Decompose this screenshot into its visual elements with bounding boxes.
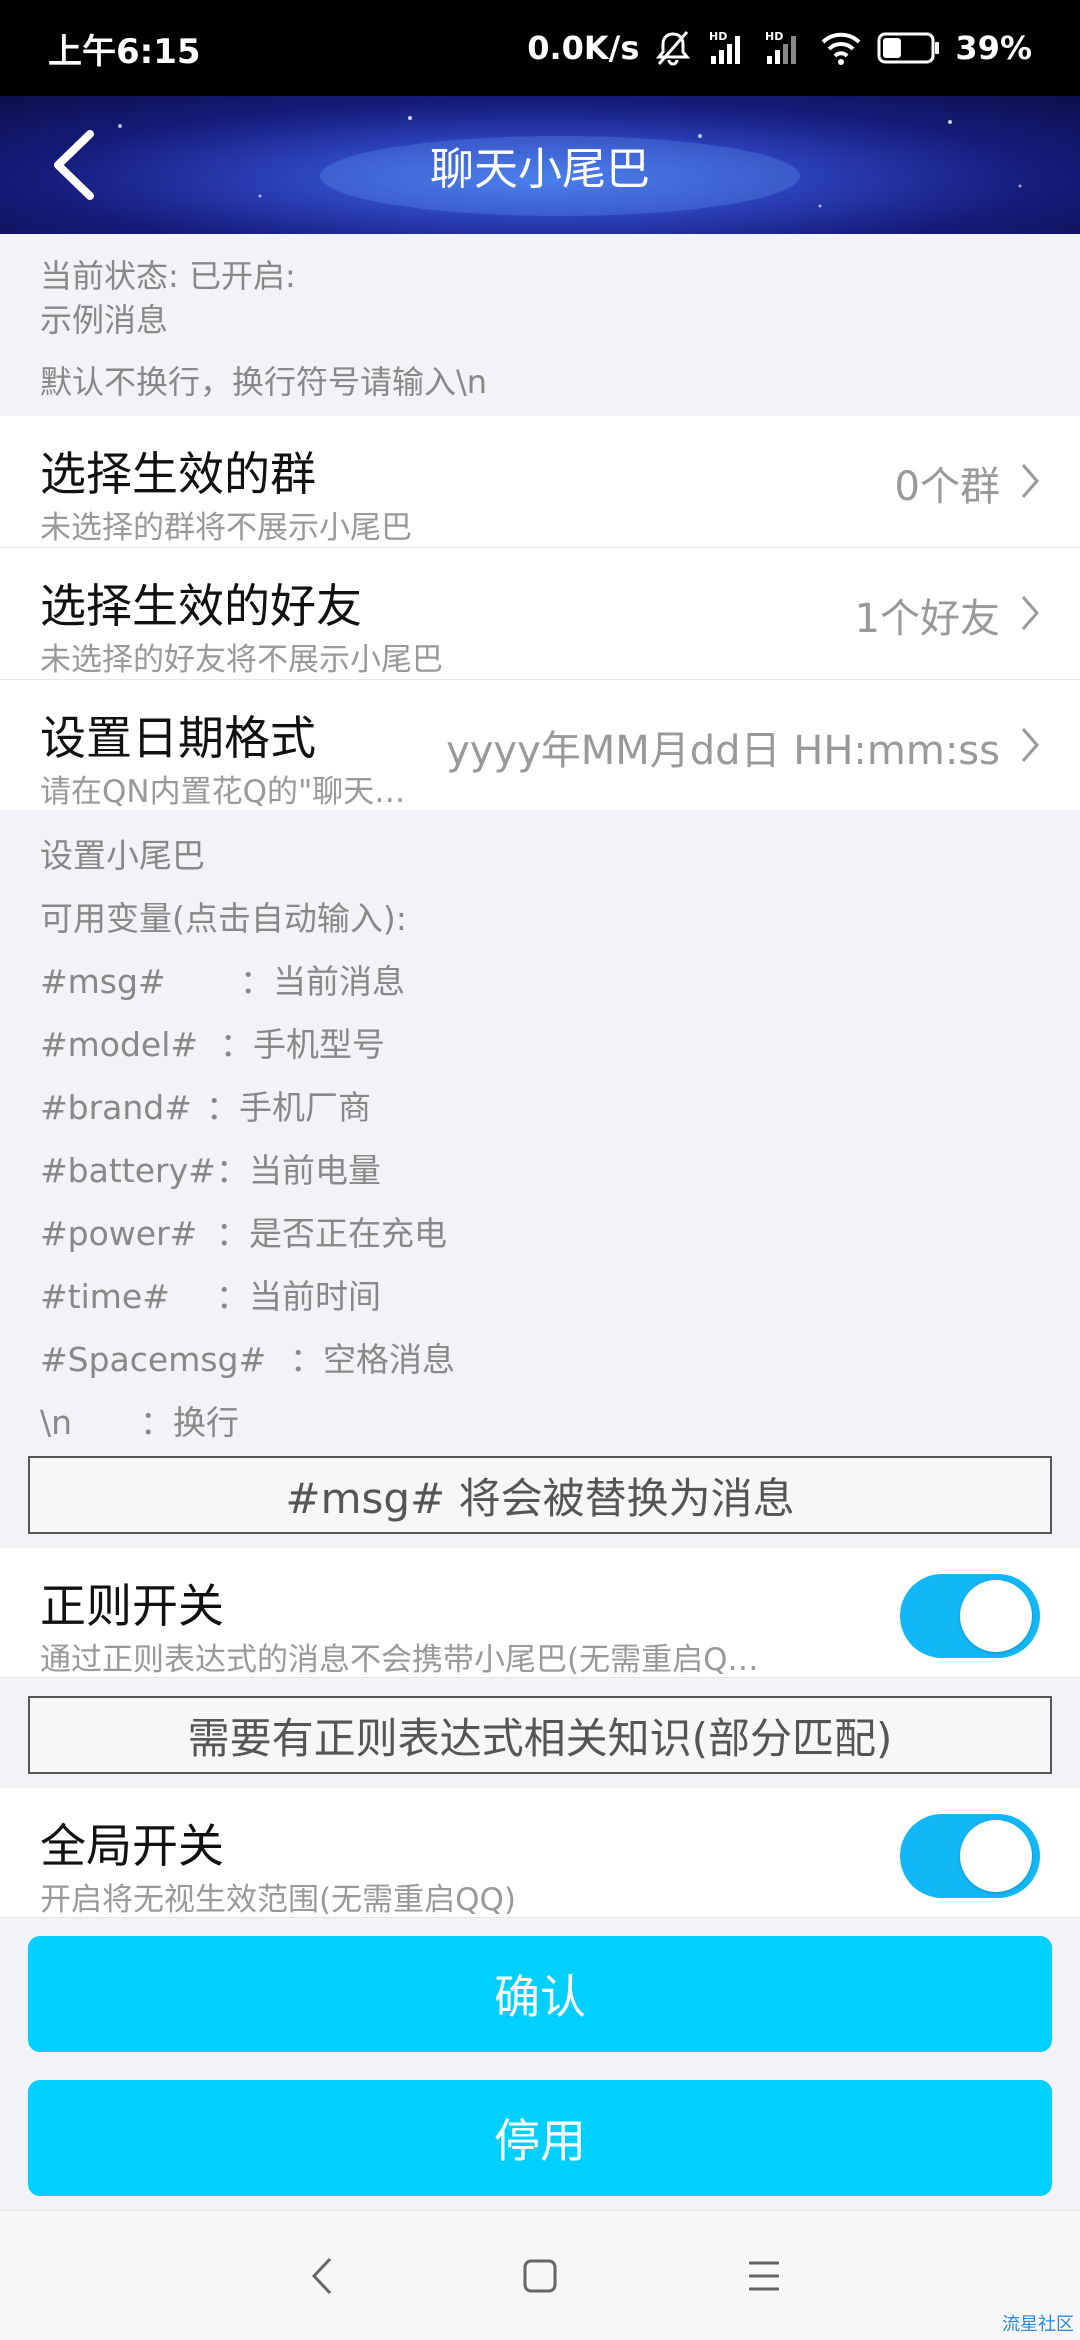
disable-button[interactable]: 停用 [28, 2080, 1052, 2196]
example-message: 示例消息 [40, 301, 169, 339]
variable-key: #battery# [40, 1151, 216, 1190]
screen: 上午6:15 0.0K/s HD HD 39% 聊天小尾巴 当前状态: 已开启:… [0, 0, 1080, 2340]
nav-back-icon[interactable] [306, 2251, 336, 2301]
select-groups-subtitle: 未选择的群将不展示小尾巴 [40, 510, 412, 546]
regex-input[interactable]: 需要有正则表达式相关知识(部分匹配) [28, 1696, 1052, 1774]
variable-desc: ：手机型号 [220, 1025, 385, 1064]
select-groups-title: 选择生效的群 [40, 447, 316, 501]
chevron-right-icon [1021, 728, 1039, 762]
status-icons: 0.0K/s HD HD 39% [527, 28, 1032, 68]
battery-percent: 39% [955, 29, 1032, 67]
variable-item[interactable]: #brand# ：手机厂商 [40, 1076, 1040, 1139]
header: 聊天小尾巴 [0, 96, 1080, 234]
variable-key: \n [40, 1403, 73, 1442]
variable-key: #time# [40, 1277, 170, 1316]
wifi-icon [822, 32, 861, 65]
select-friends-row[interactable]: 选择生效的好友 未选择的好友将不展示小尾巴 1个好友 [0, 548, 1080, 680]
newline-hint: 默认不换行，换行符号请输入\n [40, 363, 488, 401]
regex-toggle[interactable] [900, 1574, 1040, 1658]
date-format-row[interactable]: 设置日期格式 请在QN内置花Q的"聊天… yyyy年MM月dd日 HH:mm:s… [0, 680, 1080, 812]
status-bar: 上午6:15 0.0K/s HD HD 39% [0, 0, 1080, 96]
tail-text-input[interactable]: #msg# 将会被替换为消息 [28, 1456, 1052, 1534]
select-groups-row[interactable]: 选择生效的群 未选择的群将不展示小尾巴 0个群 [0, 416, 1080, 548]
variable-desc: ：手机厂商 [206, 1088, 371, 1127]
select-groups-value: 0个群 [894, 464, 1000, 510]
nav-menu-icon[interactable] [746, 2251, 782, 2301]
nav-home-icon[interactable] [522, 2251, 558, 2301]
chevron-right-icon [1021, 596, 1039, 630]
variable-desc: ：当前电量 [216, 1151, 381, 1190]
variables-section: 设置小尾巴 可用变量(点击自动输入): #msg# ：当前消息 #model# … [0, 810, 1080, 1442]
variable-desc: ：换行 [140, 1403, 239, 1442]
regex-switch-row: 正则开关 通过正则表达式的消息不会携带小尾巴(无需重启Q… [0, 1548, 1080, 1678]
signal-hd-icon: HD [709, 30, 741, 64]
toggle-knob [960, 1820, 1032, 1892]
select-friends-subtitle: 未选择的好友将不展示小尾巴 [40, 642, 443, 678]
variable-key: #Spacemsg# [40, 1340, 267, 1379]
global-toggle[interactable] [900, 1814, 1040, 1898]
global-switch-title: 全局开关 [40, 1819, 224, 1873]
global-switch-subtitle: 开启将无视生效范围(无需重启QQ) [40, 1882, 516, 1918]
variable-key: #power# [40, 1214, 198, 1253]
regex-switch-title: 正则开关 [40, 1579, 224, 1633]
svg-text:HD: HD [709, 30, 727, 43]
network-speed: 0.0K/s [527, 29, 640, 67]
battery-icon [877, 32, 940, 64]
regex-switch-subtitle: 通过正则表达式的消息不会携带小尾巴(无需重启Q… [40, 1642, 759, 1678]
current-status: 当前状态: 已开启: [40, 257, 296, 295]
variable-item[interactable]: #model# ：手机型号 [40, 1013, 1040, 1076]
toggle-knob [960, 1580, 1032, 1652]
status-time: 上午6:15 [48, 31, 201, 72]
variable-desc: ：空格消息 [290, 1340, 455, 1379]
global-switch-row: 全局开关 开启将无视生效范围(无需重启QQ) [0, 1788, 1080, 1918]
variables-subheading: 可用变量(点击自动输入): [40, 899, 407, 938]
svg-text:HD: HD [765, 30, 783, 43]
variable-item[interactable]: #msg# ：当前消息 [40, 950, 1040, 1013]
variable-key: #model# [40, 1025, 199, 1064]
date-format-subtitle: 请在QN内置花Q的"聊天… [40, 774, 406, 810]
variable-desc: ：是否正在充电 [216, 1214, 447, 1253]
tail-preview-info: 当前状态: 已开启: 示例消息 默认不换行，换行符号请输入\n [0, 234, 1080, 416]
variable-key: #brand# [40, 1088, 192, 1127]
date-format-value: yyyy年MM月dd日 HH:mm:ss [446, 728, 1000, 774]
watermark: 流星社区 [1002, 2314, 1074, 2335]
variable-desc: ：当前时间 [216, 1277, 381, 1316]
page-title: 聊天小尾巴 [430, 144, 650, 195]
select-friends-value: 1个好友 [854, 596, 1000, 642]
variable-item[interactable]: #battery# ：当前电量 [40, 1139, 1040, 1202]
variable-desc: ：当前消息 [240, 962, 405, 1001]
confirm-button[interactable]: 确认 [28, 1936, 1052, 2052]
variable-item[interactable]: \n ：换行 [40, 1391, 1040, 1454]
variable-item[interactable]: #time# ：当前时间 [40, 1265, 1040, 1328]
system-nav-bar: 流星社区 [0, 2210, 1080, 2340]
date-format-title: 设置日期格式 [40, 711, 316, 765]
variable-item[interactable]: #Spacemsg# ：空格消息 [40, 1328, 1040, 1391]
bell-muted-icon [656, 31, 691, 66]
select-friends-title: 选择生效的好友 [40, 579, 362, 633]
chevron-right-icon [1021, 464, 1039, 498]
signal-hd-icon-2: HD [765, 30, 797, 64]
variable-item[interactable]: #power# ：是否正在充电 [40, 1202, 1040, 1265]
variables-heading: 设置小尾巴 [40, 836, 205, 875]
variable-key: #msg# [40, 962, 166, 1001]
